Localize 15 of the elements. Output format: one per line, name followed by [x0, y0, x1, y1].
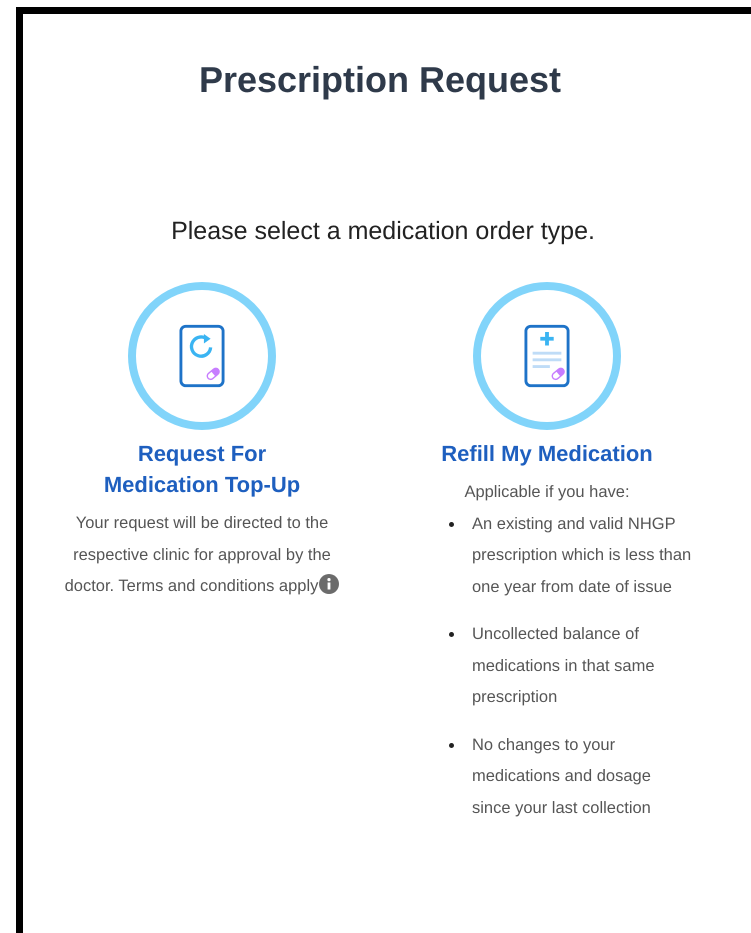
refresh-document-icon: [179, 324, 225, 388]
option-description: Your request will be directed to the respective clinic for approval by the doctor. Terms and conditions apply: [60, 508, 344, 602]
bullet-dot: [449, 632, 454, 637]
prompt-text: Please select a medication order type.: [170, 216, 596, 246]
option-title-link[interactable]: Refill My Medication: [427, 438, 667, 469]
bullet-text: No changes to your medications and dosage since your last collection: [472, 734, 652, 818]
bullet-dot: [449, 522, 454, 526]
page-title: Prescription Request: [198, 58, 562, 102]
info-icon[interactable]: [319, 574, 340, 594]
option-description: Applicable if you have:: [463, 482, 631, 503]
medical-document-icon: [524, 324, 570, 388]
bullet-text: An existing and valid NHGP prescription which is less than one year from date of issue: [472, 514, 692, 598]
bullet-dot: [449, 742, 454, 748]
option-title-link[interactable]: Request For Medication Top-Up: [82, 438, 322, 500]
bullet-text: Uncollected balance of medications in that same prescription: [472, 624, 656, 708]
